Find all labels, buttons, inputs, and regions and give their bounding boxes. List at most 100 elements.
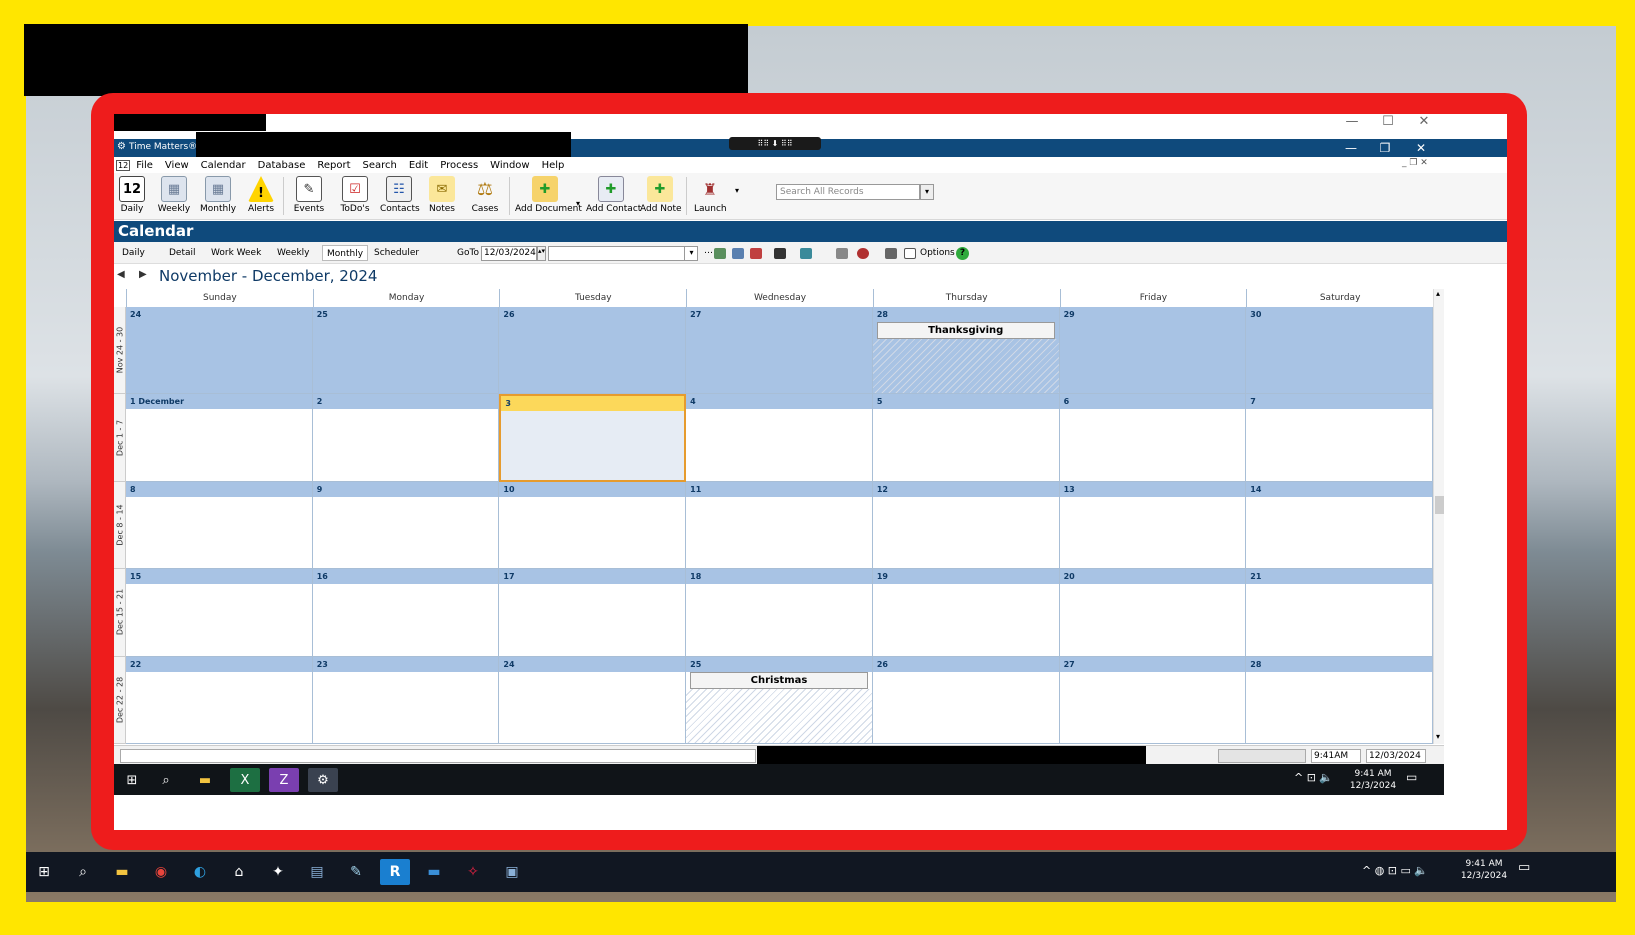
add-contact-button[interactable]: ✚ Add Contact bbox=[586, 175, 641, 219]
notes-button[interactable]: ✉ Notes bbox=[428, 175, 456, 219]
options-icon[interactable] bbox=[904, 248, 916, 259]
notification-icon[interactable]: ▭ bbox=[1406, 771, 1417, 783]
tab-work-week[interactable]: Work Week bbox=[207, 245, 265, 261]
calendar-day-cell[interactable]: 22 bbox=[126, 656, 313, 744]
contacts-button[interactable]: ☷ Contacts bbox=[380, 175, 420, 219]
tray-icons[interactable]: ^ ⊡ 🔈 bbox=[1294, 772, 1333, 784]
calendar-day-cell-today[interactable]: 3 bbox=[499, 394, 687, 482]
host-tray-icons[interactable]: ^ ◍ ⊡ ▭ 🔈 bbox=[1362, 865, 1428, 877]
close-button[interactable]: ✕ bbox=[1406, 114, 1442, 129]
calendar-day-cell[interactable]: 8 bbox=[126, 481, 313, 570]
goto-date-spinner[interactable]: ▴▾ bbox=[537, 246, 546, 261]
app-icon[interactable]: Z bbox=[269, 768, 299, 792]
goto-combo-dropdown-icon[interactable]: ▾ bbox=[684, 246, 698, 261]
file-explorer-icon[interactable]: ▬ bbox=[190, 768, 220, 792]
mdi-controls[interactable]: _ ❐ ✕ bbox=[1396, 158, 1434, 168]
calendar-day-cell[interactable]: 27 bbox=[686, 307, 873, 395]
sync-icon[interactable] bbox=[800, 248, 812, 259]
calendar-day-cell[interactable]: 25 bbox=[312, 307, 500, 395]
week-label[interactable]: Dec 22 - 28 bbox=[114, 656, 126, 744]
scroll-down-icon[interactable]: ▾ bbox=[1436, 732, 1440, 741]
tab-monthly[interactable]: Monthly bbox=[322, 245, 369, 261]
calendar-day-cell[interactable]: 15 bbox=[126, 569, 313, 657]
calendar-day-cell[interactable]: 20 bbox=[1059, 569, 1247, 657]
find-binoculars-icon[interactable] bbox=[774, 248, 786, 259]
monthly-button[interactable]: ▦ Monthly bbox=[200, 175, 236, 219]
photos-icon[interactable]: ⌂ bbox=[224, 859, 254, 885]
app-icon-4[interactable]: ▣ bbox=[497, 859, 527, 885]
app-minimize-button[interactable]: — bbox=[1334, 141, 1368, 155]
app-restore-button[interactable]: ❐ bbox=[1368, 141, 1402, 155]
time-matters-taskbar-icon[interactable]: ⚙ bbox=[308, 768, 338, 792]
calendar-day-cell[interactable]: 18 bbox=[686, 569, 873, 657]
calendar-day-cell[interactable]: 2 bbox=[312, 394, 500, 482]
print-icon[interactable] bbox=[885, 248, 897, 259]
calendar-scrollbar[interactable]: ▴ ▾ bbox=[1433, 289, 1444, 744]
menu-search[interactable]: Search bbox=[357, 160, 403, 171]
menu-help[interactable]: Help bbox=[536, 160, 571, 171]
calendar-day-cell[interactable]: 4 bbox=[686, 394, 873, 482]
week-label[interactable]: Dec 8 - 14 bbox=[114, 481, 126, 570]
launch-button[interactable]: ♜ Launch bbox=[694, 175, 727, 219]
more-options-icon[interactable]: … bbox=[704, 246, 713, 256]
previous-month-button[interactable]: ◀ bbox=[117, 269, 125, 280]
menu-report[interactable]: Report bbox=[311, 160, 356, 171]
calendar-day-cell[interactable]: 12 bbox=[872, 481, 1060, 570]
calendar-event[interactable]: Christmas bbox=[690, 671, 868, 689]
tab-detail[interactable]: Detail bbox=[165, 245, 200, 261]
search-scope-dropdown-arrow[interactable]: ▾ bbox=[735, 186, 739, 195]
calendar-day-cell[interactable]: 11 bbox=[686, 481, 873, 570]
edge-icon[interactable]: ◐ bbox=[185, 859, 215, 885]
calendar-day-cell[interactable]: 24 bbox=[499, 656, 687, 744]
calendar-day-cell[interactable]: 30 bbox=[1246, 307, 1433, 395]
tray-clock[interactable]: 9:41 AM 12/3/2024 bbox=[1348, 768, 1398, 792]
search-dropdown-button[interactable]: ▾ bbox=[920, 184, 934, 200]
tab-scheduler[interactable]: Scheduler bbox=[370, 245, 423, 261]
host-notification-icon[interactable]: ▭ bbox=[1518, 861, 1530, 874]
host-start-icon[interactable]: ⊞ bbox=[29, 859, 59, 885]
alerts-button[interactable]: ! Alerts bbox=[246, 175, 276, 219]
options-button[interactable]: Options bbox=[920, 242, 955, 264]
clock-icon[interactable] bbox=[857, 248, 869, 259]
host-search-icon[interactable]: ⌕ bbox=[68, 859, 98, 885]
app-icon-2[interactable]: ✦ bbox=[263, 859, 293, 885]
calendar-day-cell[interactable]: 1 December bbox=[126, 394, 313, 482]
daily-button[interactable]: 12 Daily bbox=[117, 175, 147, 219]
chrome-icon[interactable]: ◉ bbox=[146, 859, 176, 885]
maximize-button[interactable]: ☐ bbox=[1370, 114, 1406, 129]
scroll-up-icon[interactable]: ▴ bbox=[1436, 289, 1440, 298]
todos-button[interactable]: ☑ ToDo's bbox=[338, 175, 372, 219]
calendar-day-cell[interactable]: 7 bbox=[1246, 394, 1433, 482]
calendar-day-cell[interactable]: 28 Thanksgiving bbox=[872, 307, 1060, 395]
search-icon[interactable]: ⌕ bbox=[151, 768, 181, 792]
goto-date-input[interactable]: 12/03/2024 bbox=[481, 246, 537, 261]
events-button[interactable]: ✎ Events bbox=[292, 175, 326, 219]
cases-button[interactable]: ⚖ Cases bbox=[470, 175, 500, 219]
calendar-day-cell[interactable]: 24 bbox=[126, 307, 313, 395]
menu-file[interactable]: File bbox=[130, 160, 159, 171]
menu-view[interactable]: View bbox=[159, 160, 195, 171]
week-label[interactable]: Dec 1 - 7 bbox=[114, 394, 126, 482]
calculator-icon[interactable]: ▤ bbox=[302, 859, 332, 885]
host-file-explorer-icon[interactable]: ▬ bbox=[107, 859, 137, 885]
app-close-button[interactable]: ✕ bbox=[1404, 141, 1438, 155]
add-document-button[interactable]: ✚ Add Document bbox=[515, 175, 582, 219]
calendar-day-cell[interactable]: 19 bbox=[872, 569, 1060, 657]
calendar-day-cell[interactable]: 13 bbox=[1059, 481, 1247, 570]
edit-event-icon[interactable] bbox=[732, 248, 744, 259]
tab-weekly[interactable]: Weekly bbox=[273, 245, 313, 261]
calendar-day-cell[interactable]: 26 bbox=[499, 307, 687, 395]
menu-calendar[interactable]: Calendar bbox=[195, 160, 252, 171]
scroll-thumb[interactable] bbox=[1435, 496, 1444, 514]
host-tray-clock[interactable]: 9:41 AM 12/3/2024 bbox=[1456, 858, 1512, 882]
calendar-day-cell[interactable]: 25 Christmas bbox=[686, 656, 873, 744]
calendar-day-cell[interactable]: 10 bbox=[499, 481, 687, 570]
new-event-icon[interactable] bbox=[714, 248, 726, 259]
calendar-day-cell[interactable]: 9 bbox=[312, 481, 500, 570]
calendar-day-cell[interactable]: 29 bbox=[1059, 307, 1247, 395]
menu-edit[interactable]: Edit bbox=[403, 160, 434, 171]
calendar-day-cell[interactable]: 5 bbox=[872, 394, 1060, 482]
calendar-day-cell[interactable]: 27 bbox=[1059, 656, 1247, 744]
add-note-button[interactable]: ✚ Add Note bbox=[640, 175, 682, 219]
app-icon-3[interactable]: ✧ bbox=[458, 859, 488, 885]
